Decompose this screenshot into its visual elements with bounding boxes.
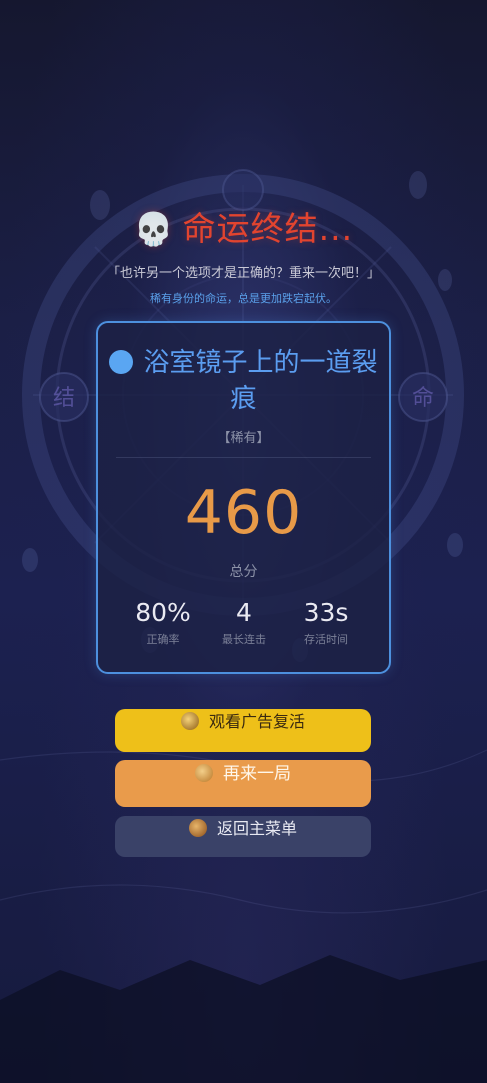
stat-accuracy-value: 80%	[135, 598, 191, 627]
coin-icon	[188, 819, 207, 837]
stat-survival-time: 33s 存活时间	[281, 597, 371, 647]
rarity-label: 【稀有】	[217, 431, 270, 446]
total-score-label: 总分	[229, 564, 258, 580]
watch-ad-revive-button[interactable]: 观看广告复活	[115, 709, 371, 752]
game-over-screen: 结 命 💀 命运终结... 「也许另一个选项才是正确的？重来一次吧！」 稀有身份的…	[0, 0, 487, 1083]
card-divider	[116, 457, 371, 458]
rarity-hint: 稀有身份的命运，总是更加跌宕起伏。	[150, 292, 337, 305]
game-over-title: 💀 命运终结...	[0, 207, 487, 251]
skull-icon: 💀	[133, 210, 175, 248]
identity-title: 浴室镜子上的一道裂痕	[98, 345, 389, 417]
stat-accuracy: 80% 正确率	[118, 597, 208, 647]
coin-icon	[195, 764, 213, 782]
game-over-title-text: 命运终结...	[182, 209, 354, 248]
stat-max-combo: 4 最长连击	[199, 597, 289, 647]
top-rune-medallion	[222, 169, 264, 211]
game-over-subtitle: 「也许另一个选项才是正确的？重来一次吧！」	[106, 266, 380, 281]
rarity-dot-icon	[109, 350, 134, 374]
main-menu-button[interactable]: 返回主菜单	[115, 816, 371, 857]
right-rune-glyph: 命	[412, 386, 434, 411]
retry-button[interactable]: 再来一局	[115, 760, 371, 807]
result-card: 浴室镜子上的一道裂痕 【稀有】 460 总分 80% 正确率 4 最长连击 33…	[96, 321, 391, 674]
stat-accuracy-label: 正确率	[146, 633, 180, 646]
total-score: 460	[184, 478, 303, 548]
main-menu-label: 返回主菜单	[216, 819, 297, 838]
ground-rubble	[0, 955, 487, 1083]
left-rune-medallion	[39, 372, 89, 422]
left-rune-glyph: 结	[53, 386, 75, 411]
retry-label: 再来一局	[223, 764, 291, 784]
stat-survival-time-value: 33s	[303, 598, 349, 627]
stat-survival-time-label: 存活时间	[304, 633, 348, 646]
coin-icon	[180, 712, 199, 730]
stat-max-combo-label: 最长连击	[222, 633, 266, 646]
right-rune-medallion	[398, 372, 448, 422]
stat-max-combo-value: 4	[236, 598, 252, 627]
watch-ad-revive-label: 观看广告复活	[208, 712, 305, 731]
identity-title-text: 浴室镜子上的一道裂痕	[143, 348, 378, 414]
